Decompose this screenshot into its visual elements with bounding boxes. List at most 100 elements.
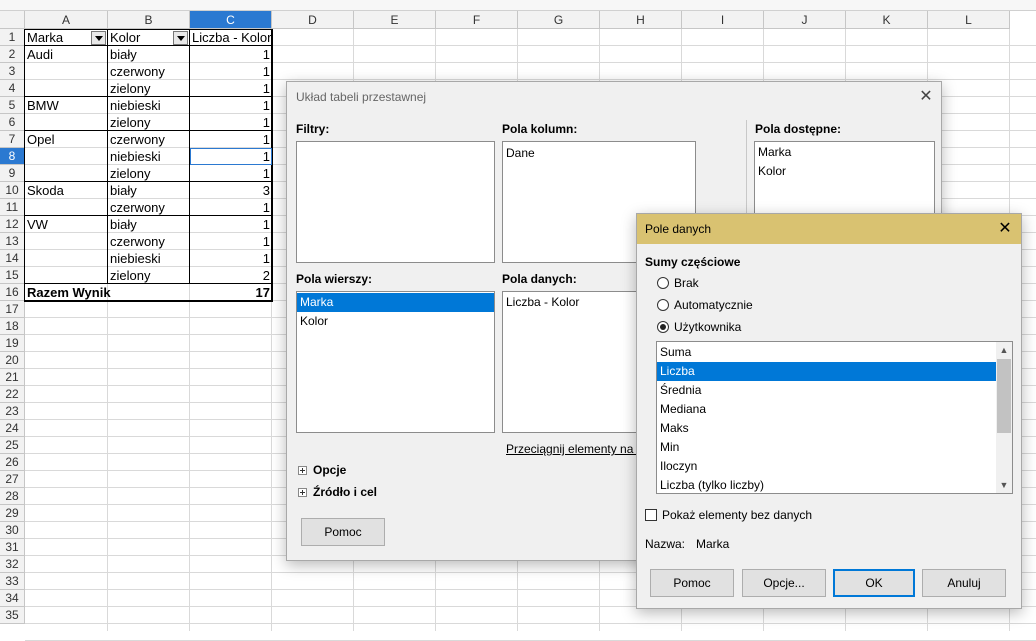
pivot-cell-marka[interactable]: Skoda — [25, 182, 108, 199]
row-header[interactable]: 12 — [0, 216, 25, 233]
row-header[interactable]: 2 — [0, 46, 25, 63]
pivot-cell-marka[interactable] — [25, 250, 108, 267]
pivot-cell-marka[interactable] — [25, 80, 108, 97]
close-icon[interactable]: ✕ — [916, 87, 936, 107]
source-expander[interactable]: Źródło i cel — [298, 485, 377, 499]
show-empty-checkbox[interactable]: Pokaż elementy bez danych — [645, 508, 812, 522]
column-header[interactable]: L — [928, 11, 1010, 29]
row-header[interactable]: 6 — [0, 114, 25, 131]
header-cell-count[interactable]: Liczba - Kolor — [190, 29, 272, 46]
row-header[interactable]: 4 — [0, 80, 25, 97]
list-item[interactable]: Kolor — [755, 162, 934, 181]
column-header[interactable]: F — [436, 11, 518, 29]
row-header[interactable]: 8 — [0, 148, 25, 165]
pivot-cell-kolor[interactable]: czerwony — [108, 199, 190, 216]
row-header[interactable]: 26 — [0, 454, 25, 471]
options-button[interactable]: Opcje... — [742, 569, 826, 597]
pivot-cell-count[interactable]: 1 — [190, 216, 272, 233]
pivot-cell-kolor[interactable]: czerwony — [108, 63, 190, 80]
pivot-cell-count[interactable]: 2 — [190, 267, 272, 284]
pivot-cell-kolor[interactable]: biały — [108, 216, 190, 233]
pivot-cell-marka[interactable] — [25, 165, 108, 182]
pivot-cell-count[interactable]: 1 — [190, 97, 272, 114]
row-header[interactable]: 23 — [0, 403, 25, 420]
row-fields-list[interactable]: Marka Kolor — [296, 291, 495, 433]
row-header[interactable]: 28 — [0, 488, 25, 505]
row-header[interactable]: 5 — [0, 97, 25, 114]
row-header[interactable]: 18 — [0, 318, 25, 335]
column-header[interactable]: K — [846, 11, 928, 29]
row-header[interactable]: 21 — [0, 369, 25, 386]
function-item[interactable]: Mediana — [657, 400, 996, 419]
options-expander[interactable]: Opcje — [298, 463, 346, 477]
row-header[interactable]: 33 — [0, 573, 25, 590]
row-header[interactable]: 17 — [0, 301, 25, 318]
row-header[interactable]: 32 — [0, 556, 25, 573]
scroll-up-icon[interactable]: ▲ — [996, 342, 1012, 358]
row-header[interactable]: 7 — [0, 131, 25, 148]
column-header[interactable]: I — [682, 11, 764, 29]
column-header[interactable]: J — [764, 11, 846, 29]
list-item[interactable]: Marka — [755, 143, 934, 162]
pivot-cell-kolor[interactable]: zielony — [108, 267, 190, 284]
total-value[interactable]: 17 — [190, 284, 272, 301]
functions-scrollbar[interactable]: ▲ ▼ — [996, 342, 1012, 493]
pivot-cell-count[interactable]: 1 — [190, 114, 272, 131]
total-label[interactable]: Razem Wynik — [25, 284, 190, 301]
row-header[interactable]: 10 — [0, 182, 25, 199]
cancel-button[interactable]: Anuluj — [922, 569, 1006, 597]
column-header[interactable]: H — [600, 11, 682, 29]
pivot-cell-marka[interactable] — [25, 114, 108, 131]
pivot-cell-marka[interactable] — [25, 148, 108, 165]
radio-none[interactable]: Brak — [657, 276, 699, 290]
row-header[interactable]: 20 — [0, 352, 25, 369]
pivot-cell-count[interactable]: 1 — [190, 199, 272, 216]
row-header[interactable]: 31 — [0, 539, 25, 556]
row-header[interactable]: 24 — [0, 420, 25, 437]
pivot-cell-marka[interactable]: Audi — [25, 46, 108, 63]
pivot-cell-kolor[interactable]: niebieski — [108, 148, 190, 165]
pivot-cell-kolor[interactable]: biały — [108, 46, 190, 63]
function-item[interactable]: Iloczyn — [657, 457, 996, 476]
pivot-cell-kolor[interactable]: niebieski — [108, 250, 190, 267]
row-header[interactable]: 9 — [0, 165, 25, 182]
pivot-cell-marka[interactable]: BMW — [25, 97, 108, 114]
function-item[interactable]: Suma — [657, 343, 996, 362]
column-header[interactable]: A — [25, 11, 108, 29]
list-item[interactable]: Marka — [297, 293, 494, 312]
function-item[interactable]: Min — [657, 438, 996, 457]
pivot-cell-marka[interactable]: Opel — [25, 131, 108, 148]
row-header[interactable]: 34 — [0, 590, 25, 607]
help-button[interactable]: Pomoc — [301, 518, 385, 546]
function-item[interactable]: Liczba — [657, 362, 996, 381]
close-icon[interactable]: ✕ — [995, 219, 1015, 239]
pivot-cell-count[interactable]: 1 — [190, 80, 272, 97]
help-button[interactable]: Pomoc — [650, 569, 734, 597]
scroll-down-icon[interactable]: ▼ — [996, 477, 1012, 493]
pivot-cell-marka[interactable]: VW — [25, 216, 108, 233]
column-header[interactable]: E — [354, 11, 436, 29]
list-item[interactable]: Dane — [503, 144, 695, 163]
pivot-cell-count[interactable]: 1 — [190, 131, 272, 148]
pivot-cell-marka[interactable] — [25, 199, 108, 216]
pivot-cell-count[interactable]: 1 — [190, 46, 272, 63]
pivot-cell-count[interactable]: 1 — [190, 250, 272, 267]
pivot-cell-kolor[interactable]: niebieski — [108, 97, 190, 114]
row-header[interactable]: 13 — [0, 233, 25, 250]
radio-automatic[interactable]: Automatycznie — [657, 298, 753, 312]
pivot-cell-kolor[interactable]: biały — [108, 182, 190, 199]
column-header[interactable]: B — [108, 11, 190, 29]
row-header[interactable]: 25 — [0, 437, 25, 454]
filters-list[interactable] — [296, 141, 495, 263]
row-header[interactable]: 19 — [0, 335, 25, 352]
function-item[interactable]: Liczba (tylko liczby) — [657, 476, 996, 495]
scroll-thumb[interactable] — [997, 359, 1011, 433]
row-header[interactable]: 11 — [0, 199, 25, 216]
row-header[interactable]: 16 — [0, 284, 25, 301]
functions-list[interactable]: Suma Liczba Średnia Mediana Maks Min Iloczyn Li… — [656, 341, 1013, 494]
function-item[interactable]: Maks — [657, 419, 996, 438]
row-header[interactable]: 1 — [0, 29, 25, 46]
filter-dropdown-icon[interactable] — [91, 31, 106, 45]
row-header[interactable]: 27 — [0, 471, 25, 488]
row-header[interactable]: 15 — [0, 267, 25, 284]
